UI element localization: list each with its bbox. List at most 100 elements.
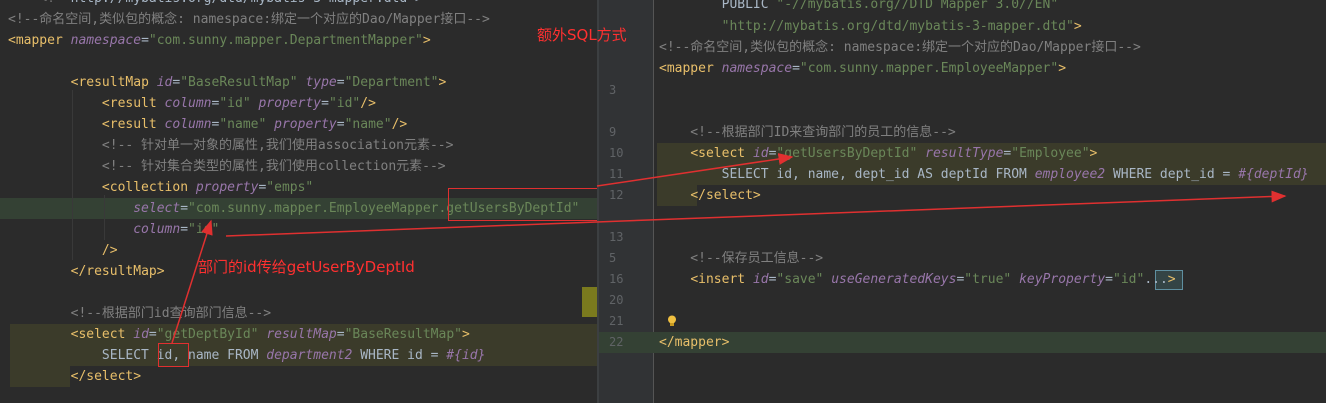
code-token: "BaseResultMap" xyxy=(180,75,306,90)
code-line[interactable]: /> xyxy=(8,240,118,261)
code-line[interactable]: <select id="getDeptById" resultMap="Base… xyxy=(8,324,470,345)
code-line[interactable]: <insert id="save" useGeneratedKeys="true… xyxy=(659,269,1176,290)
code-token: resultType xyxy=(925,146,1004,161)
code-token: <!-- xyxy=(8,0,70,6)
code-token: column xyxy=(133,222,181,237)
scroll-marker xyxy=(582,287,597,317)
code-line[interactable]: </resultMap> xyxy=(8,261,165,282)
code-token: keyProperty xyxy=(1019,272,1106,287)
code-token: </mapper> xyxy=(659,335,730,350)
code-token: <!--根据部门ID来查询部门的员工的信息--> xyxy=(659,125,956,140)
code-token: <mapper xyxy=(659,61,722,76)
code-token: "id" xyxy=(188,222,220,237)
code-token: <!--命名空间,类似包的概念: namespace:绑定一个对应的Dao/Ma… xyxy=(659,40,1141,55)
pass-id-label: 部门的id传给getUserByDeptId xyxy=(198,258,415,276)
line-number xyxy=(609,101,649,122)
code-line[interactable]: <select id="getUsersByDeptId" resultType… xyxy=(659,143,1097,164)
code-line[interactable]: column="id" xyxy=(8,219,219,240)
code-line[interactable]: SELECT id, name FROM department2 WHERE i… xyxy=(8,345,486,366)
code-token: <collection xyxy=(101,180,196,195)
line-number: 13 xyxy=(609,230,624,244)
code-token: "BaseResultMap" xyxy=(344,327,462,342)
line-number: 3 xyxy=(609,83,617,97)
code-token: = xyxy=(792,61,800,76)
code-line[interactable]: </mapper> xyxy=(659,332,729,353)
code-token: = xyxy=(336,75,345,90)
code-token: PUBLIC xyxy=(659,0,777,12)
code-token: "getDeptById" xyxy=(156,327,267,342)
code-token: = xyxy=(180,201,189,216)
code-line[interactable]: <!--命名空间,类似包的概念: namespace:绑定一个对应的Dao/Ma… xyxy=(8,9,490,30)
code-line[interactable]: <!-- 针对集合类型的属性,我们使用collection元素--> xyxy=(8,156,446,177)
code-token: column xyxy=(164,96,212,111)
code-line[interactable]: <!--http://mybatis.org/dtd/mybatis-3-map… xyxy=(8,0,423,9)
code-token: "-//mybatis.org//DTD Mapper 3.0//EN" xyxy=(776,0,1059,12)
code-token: <result xyxy=(101,117,165,132)
code-token: useGeneratedKeys xyxy=(831,272,957,287)
code-token: department2 xyxy=(266,348,353,363)
code-line[interactable]: <mapper namespace="com.sunny.mapper.Empl… xyxy=(659,58,1066,79)
code-token: > xyxy=(462,327,470,342)
code-line[interactable]: <resultMap id="BaseResultMap" type="Depa… xyxy=(8,72,447,93)
code-token: <select xyxy=(690,146,753,161)
line-number: 11 xyxy=(609,167,624,181)
code-token: "id" xyxy=(328,96,361,111)
code-token: <insert xyxy=(690,272,753,287)
code-line[interactable]: SELECT id, name, dept_id AS deptId FROM … xyxy=(659,164,1309,185)
code-token: <!--保存员工信息--> xyxy=(659,251,824,266)
code-token: </resultMap> xyxy=(70,264,165,279)
code-token: = xyxy=(180,222,189,237)
code-token: = xyxy=(336,327,345,342)
code-token: > xyxy=(422,33,431,48)
code-line[interactable]: <!--根据部门id查询部门信息--> xyxy=(8,303,271,324)
code-line[interactable]: <collection property="emps" xyxy=(8,177,313,198)
right-editor-pane[interactable]: PUBLIC "-//mybatis.org//DTD Mapper 3.0//… xyxy=(599,0,1326,403)
code-token: ... xyxy=(1144,272,1168,287)
lightbulb-icon[interactable] xyxy=(667,315,677,327)
code-token: "http://mybatis.org/dtd/mybatis-3-mapper… xyxy=(659,19,1074,34)
code-token: #{id} xyxy=(446,348,486,363)
code-line[interactable]: <!--命名空间,类似包的概念: namespace:绑定一个对应的Dao/Ma… xyxy=(659,37,1141,58)
line-number: 20 xyxy=(609,293,624,307)
code-line[interactable]: <!--根据部门ID来查询部门的员工的信息--> xyxy=(659,122,956,143)
code-line[interactable]: <mapper namespace="com.sunny.mapper.Depa… xyxy=(8,30,431,51)
code-line[interactable]: <!-- 针对单一对象的属性,我们使用association元素--> xyxy=(8,135,454,156)
code-token: "true" xyxy=(964,272,1020,287)
code-line[interactable]: <result column="name" property="name"/> xyxy=(8,114,407,135)
code-line[interactable]: </select> xyxy=(659,185,761,206)
code-token: type xyxy=(305,75,337,90)
code-token: > xyxy=(1167,272,1176,287)
code-token: </select> xyxy=(690,188,761,203)
code-token: "com.sunny.mapper.EmployeeMapper" xyxy=(799,61,1059,76)
code-token: id xyxy=(156,75,173,90)
code-token: "name" xyxy=(344,117,392,132)
code-token: id xyxy=(133,327,149,342)
code-token: namespace xyxy=(70,33,142,48)
code-line[interactable]: <result column="id" property="id"/> xyxy=(8,93,376,114)
code-token: "name" xyxy=(219,117,275,132)
code-token: <result xyxy=(101,96,165,111)
code-token: property xyxy=(195,180,259,195)
code-line[interactable]: </select> xyxy=(8,366,141,387)
code-token: "id" xyxy=(1113,272,1145,287)
code-token: <!-- 针对集合类型的属性,我们使用collection元素--> xyxy=(8,159,446,174)
code-line[interactable]: "http://mybatis.org/dtd/mybatis-3-mapper… xyxy=(659,16,1082,37)
line-number: 5 xyxy=(609,251,617,265)
highlight-box-id xyxy=(158,343,189,367)
code-line[interactable]: <!--保存员工信息--> xyxy=(659,248,823,269)
code-token: "emps" xyxy=(266,180,314,195)
code-token: SELECT id, name, dept_id AS deptId FROM xyxy=(659,167,1035,182)
left-editor-pane[interactable]: <!--http://mybatis.org/dtd/mybatis-3-map… xyxy=(0,0,597,403)
code-token: /> xyxy=(101,243,118,258)
code-line[interactable]: PUBLIC "-//mybatis.org//DTD Mapper 3.0//… xyxy=(659,0,1059,15)
code-token: /> xyxy=(391,117,408,132)
